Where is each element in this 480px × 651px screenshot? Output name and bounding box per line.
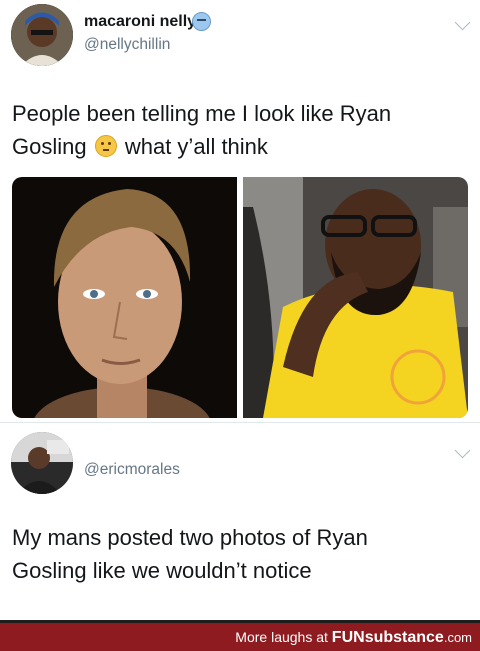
tweet-text-line-2: Gosling what y’all think xyxy=(12,130,467,163)
reply-text-line-1: My mans posted two photos of Ryan xyxy=(12,525,368,550)
photo-man-posing[interactable] xyxy=(243,177,468,418)
footer-domain: .com xyxy=(443,630,472,645)
handle-ericmorales[interactable]: @ericmorales xyxy=(84,461,180,479)
grimacing-face-emoji xyxy=(192,12,211,31)
tweet-divider xyxy=(0,422,480,423)
reply-text: My mans posted two photos of Ryan Goslin… xyxy=(12,521,467,587)
chevron-down-icon[interactable] xyxy=(454,442,471,459)
tweet-text-line-1: People been telling me I look like Ryan xyxy=(12,101,392,126)
photo-ryan-gosling[interactable] xyxy=(12,177,237,418)
footer-brand-fun: FUN xyxy=(331,629,365,646)
tweet-text: People been telling me I look like Ryan … xyxy=(12,97,467,163)
chevron-down-icon[interactable] xyxy=(454,14,471,31)
footer-text: More laughs at FUNsubstance.com xyxy=(235,629,472,647)
footer-prefix: More laughs at xyxy=(235,629,332,645)
tweet-text-question: what y’all think xyxy=(124,134,268,159)
avatar-ericmorales[interactable] xyxy=(11,432,73,494)
avatar-macaroni-nelly[interactable] xyxy=(11,4,73,66)
tweet-text-gosling: Gosling xyxy=(12,134,87,159)
thinking-face-emoji xyxy=(94,135,117,157)
reply-text-line-2: Gosling like we wouldn’t notice xyxy=(12,558,312,583)
footer-brand-substance: substance xyxy=(364,629,444,646)
handle-nellychillin[interactable]: @nellychillin xyxy=(84,36,170,54)
display-name[interactable]: macaroni nelly xyxy=(84,13,196,31)
footer-banner[interactable]: More laughs at FUNsubstance.com xyxy=(0,620,480,651)
